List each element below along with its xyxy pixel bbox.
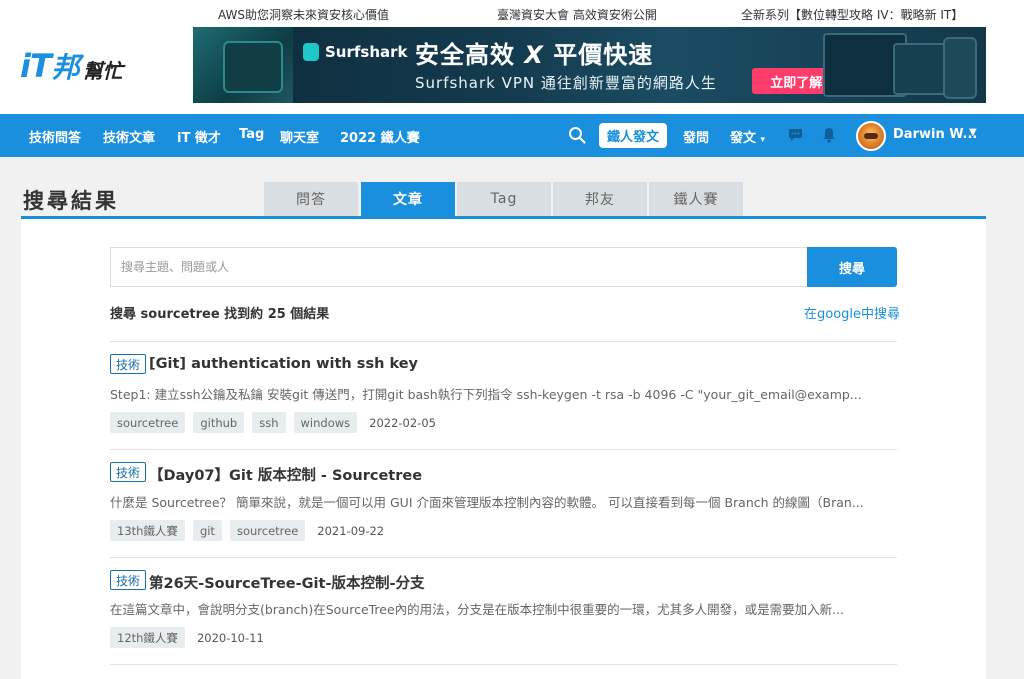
logo-bang: 邦 (51, 51, 80, 84)
promo-link-digital-transformation[interactable]: 全新系列【數位轉型攻略 IV：戰略新 IT】 (741, 6, 963, 23)
banner-headline-a: 安全高效 (415, 41, 525, 69)
tab-users[interactable]: 邦友 (553, 182, 647, 216)
search-input[interactable] (110, 247, 807, 287)
tag-chip[interactable]: github (193, 412, 245, 433)
tag-chip[interactable]: ssh (252, 412, 286, 433)
tag-chip[interactable]: sourcetree (229, 520, 306, 541)
nav-write-label: 發文 (730, 131, 757, 146)
result-snippet: Step1: 建立ssh公鑰及私鑰 安裝git 傳送門，打開git bash執行… (110, 387, 862, 402)
tag-chip[interactable]: 13th鐵人賽 (110, 520, 185, 541)
result-title[interactable]: 【Day07】Git 版本控制 - Sourcetree (149, 464, 422, 485)
search-icon[interactable] (568, 126, 586, 144)
tab-tag[interactable]: Tag (457, 182, 551, 216)
result-snippet: 在這篇文章中，會說明分支(branch)在SourceTree內的用法，分支是在… (110, 602, 845, 617)
tag-chip[interactable]: windows (293, 412, 358, 433)
chevron-down-icon: ▾ (760, 135, 766, 145)
ad-banner[interactable]: Surfshark 安全高效 X 平價快速 Surfshark VPN 通往創新… (193, 27, 986, 103)
result-tags: sourcetree github ssh windows 2022-02-05 (110, 412, 436, 433)
divider (110, 664, 897, 665)
divider (110, 341, 897, 342)
banner-devices-image (823, 31, 983, 101)
nav-ask-button[interactable]: 發問 (683, 127, 709, 146)
google-search-link[interactable]: 在google中搜尋 (804, 303, 900, 322)
banner-subtitle: Surfshark VPN 通往創新豐富的網路人生 (415, 74, 717, 92)
result-tags: 12th鐵人賽 2020-10-11 (110, 627, 264, 648)
category-badge[interactable]: 技術 (110, 570, 147, 590)
search-button[interactable]: 搜尋 (807, 247, 897, 287)
avatar[interactable] (856, 121, 886, 151)
result-title[interactable]: 第26天-SourceTree-Git-版本控制-分支 (149, 572, 424, 593)
tab-qa[interactable]: 問答 (264, 182, 358, 216)
brand-bar: iT 邦 幫忙 Surfshark 安全高效 X 平價快速 Surfshark … (0, 26, 1024, 114)
category-badge[interactable]: 技術 (110, 462, 147, 482)
banner-headline-b: 平價快速 (543, 41, 654, 69)
result-snippet: 什麼是 Sourcetree？ 簡單來說，就是一個可以用 GUI 介面來管理版本… (110, 495, 864, 510)
surfshark-mark-icon (303, 43, 319, 61)
user-name[interactable]: Darwin W... (893, 127, 977, 142)
tab-articles[interactable]: 文章 (361, 182, 455, 216)
user-menu-chevron-down-icon[interactable]: ▼ (969, 127, 977, 138)
divider (110, 449, 897, 450)
logo-it: iT (20, 47, 52, 85)
ironman-post-button[interactable]: 鐵人發文 (599, 123, 667, 148)
chat-icon[interactable] (788, 128, 803, 142)
promo-link-aws[interactable]: AWS助您洞察未來資安核心價值 (218, 6, 389, 23)
divider (110, 557, 897, 558)
banner-headline: 安全高效 X 平價快速 (415, 35, 653, 70)
surfshark-brand: Surfshark (325, 43, 408, 61)
category-badge[interactable]: 技術 (110, 354, 147, 374)
tag-chip[interactable]: git (192, 520, 222, 541)
bell-icon[interactable] (822, 127, 836, 143)
surfshark-logo: Surfshark (303, 43, 408, 61)
tag-chip[interactable]: sourcetree (110, 412, 186, 433)
result-summary: 搜尋 sourcetree 找到約 25 個結果 (110, 307, 330, 322)
promo-links-bar: AWS助您洞察未來資安核心價值 臺灣資安大會 高效資安術公開 全新系列【數位轉型… (0, 0, 1024, 26)
tab-ironman[interactable]: 鐵人賽 (649, 182, 743, 216)
nav-item-articles[interactable]: 技術文章 (103, 127, 155, 146)
result-date: 2022-02-05 (369, 415, 436, 430)
nav-item-chatroom[interactable]: 聊天室 (280, 127, 319, 146)
banner-phone-shape (943, 37, 977, 99)
banner-headline-x: X (524, 41, 544, 69)
page-title: 搜尋結果 (23, 189, 119, 213)
result-title[interactable]: [Git] authentication with ssh key (149, 356, 418, 372)
nav-write-dropdown[interactable]: 發文 ▾ (730, 127, 765, 146)
nav-item-jobs[interactable]: iT 徵才 (177, 127, 221, 146)
tag-chip[interactable]: 12th鐵人賽 (110, 627, 185, 648)
main-navbar: 技術問答 技術文章 iT 徵才 Tag 聊天室 2022 鐵人賽 鐵人發文 發問… (0, 114, 1024, 157)
result-date: 2021-09-22 (317, 523, 385, 538)
ithome-logo[interactable]: iT 邦 幫忙 (20, 46, 123, 86)
result-tags: 13th鐵人賽 git sourcetree 2021-09-22 (110, 520, 384, 541)
promo-link-security-conference[interactable]: 臺灣資安大會 高效資安術公開 (497, 6, 657, 23)
result-date: 2020-10-11 (196, 630, 264, 645)
banner-tablet-image (193, 27, 293, 103)
nav-item-ironman-2022[interactable]: 2022 鐵人賽 (340, 127, 420, 146)
nav-item-qa[interactable]: 技術問答 (29, 127, 81, 146)
logo-help: 幫忙 (82, 58, 123, 83)
nav-item-tag[interactable]: Tag (239, 127, 264, 142)
